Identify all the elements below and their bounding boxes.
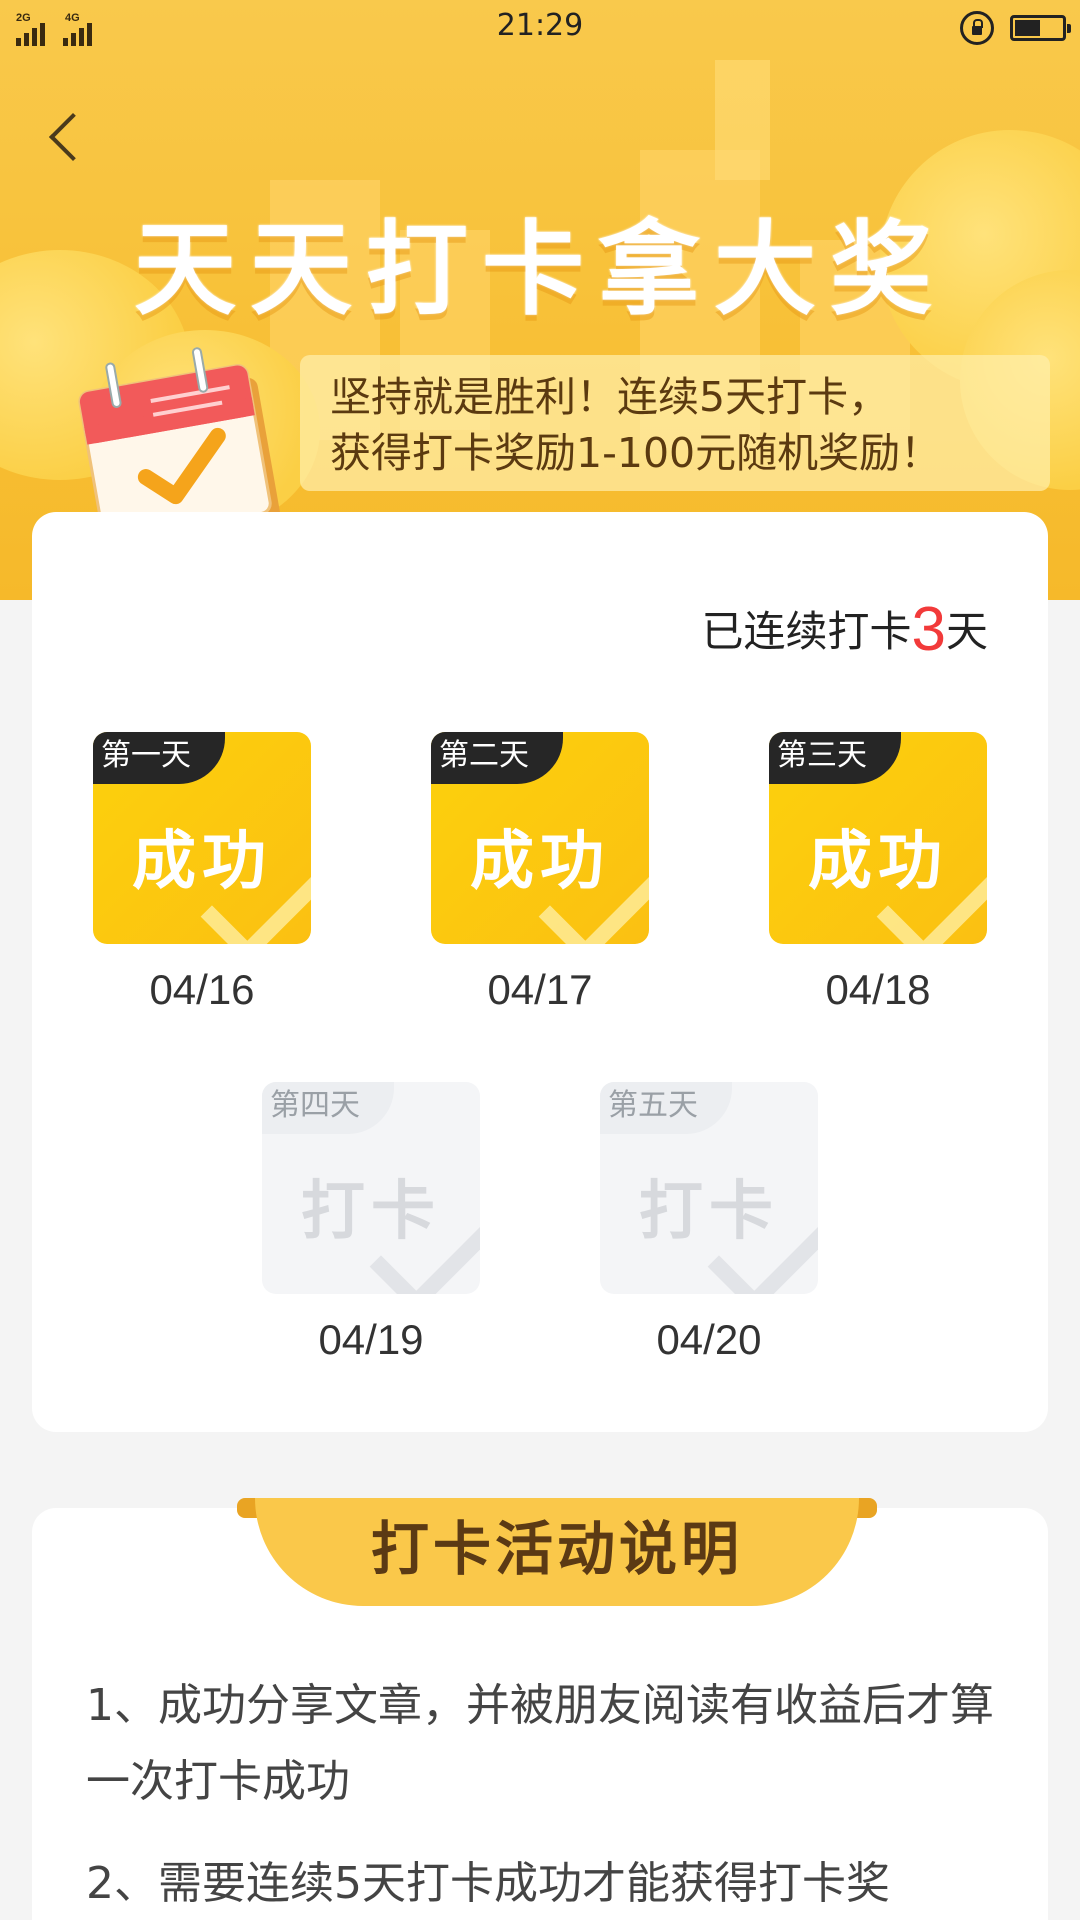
day-date: 04/18 (825, 966, 931, 1013)
checkmark-icon (704, 1226, 818, 1286)
streak-counter: 已连续打卡3天 (701, 594, 988, 665)
day-date: 04/16 (149, 966, 255, 1013)
streak-prefix: 已连续打卡 (701, 607, 912, 656)
streak-days: 3 (911, 595, 946, 664)
day-tag: 第二天 (431, 732, 563, 784)
day-tag: 第三天 (769, 732, 901, 784)
rule-item-1: 1、成功分享文章，并被朋友阅读有收益后才算一次打卡成功 (86, 1680, 994, 1807)
checkmark-icon (197, 876, 311, 936)
day-tile-pending[interactable]: 第四天 打卡 (262, 1082, 480, 1294)
status-time: 21:29 (496, 8, 584, 43)
day-tile-success[interactable]: 第二天 成功 (431, 732, 649, 944)
streak-suffix: 天 (945, 607, 988, 656)
day-tag: 第四天 (262, 1082, 394, 1134)
checkin-card: 已连续打卡3天 第一天 成功 04/16 第二天 成功 04/17 第三天 成功… (32, 512, 1048, 1432)
tip-line-2: 获得打卡奖励1-100元随机奖励！ (330, 429, 942, 477)
day-slot-5[interactable]: 第五天 打卡 04/20 (599, 1082, 819, 1364)
page-title: 天天打卡拿大奖 (134, 211, 946, 330)
day-tile-success[interactable]: 第一天 成功 (93, 732, 311, 944)
day-slot-2[interactable]: 第二天 成功 04/17 (430, 732, 650, 1014)
day-date: 04/19 (318, 1316, 424, 1363)
checkmark-icon (535, 876, 649, 936)
day-slot-4[interactable]: 第四天 打卡 04/19 (261, 1082, 481, 1364)
tip-box: 坚持就是胜利！连续5天打卡， 获得打卡奖励1-100元随机奖励！ (300, 355, 1050, 491)
rules-title: 打卡活动说明 (255, 1498, 859, 1606)
day-tile-success[interactable]: 第三天 成功 (769, 732, 987, 944)
day-tag: 第五天 (600, 1082, 732, 1134)
back-chevron-left-icon[interactable] (44, 110, 88, 164)
day-tile-pending[interactable]: 第五天 打卡 (600, 1082, 818, 1294)
day-tag: 第一天 (93, 732, 225, 784)
day-date: 04/20 (656, 1316, 762, 1363)
tip-line-1: 坚持就是胜利！连续5天打卡， (330, 373, 890, 421)
checkmark-icon (366, 1226, 480, 1286)
rules-card: 打卡活动说明 1、成功分享文章，并被朋友阅读有收益后才算一次打卡成功 2、需要连… (32, 1498, 1048, 1920)
banner-building-decoration (715, 60, 770, 180)
day-slot-1[interactable]: 第一天 成功 04/16 (92, 732, 312, 1014)
day-date: 04/17 (487, 966, 593, 1013)
day-slot-3[interactable]: 第三天 成功 04/18 (768, 732, 988, 1014)
checkmark-icon (873, 876, 987, 936)
rule-item-2: 2、需要连续5天打卡成功才能获得打卡奖 (86, 1858, 890, 1909)
rules-header: 打卡活动说明 (237, 1488, 877, 1616)
